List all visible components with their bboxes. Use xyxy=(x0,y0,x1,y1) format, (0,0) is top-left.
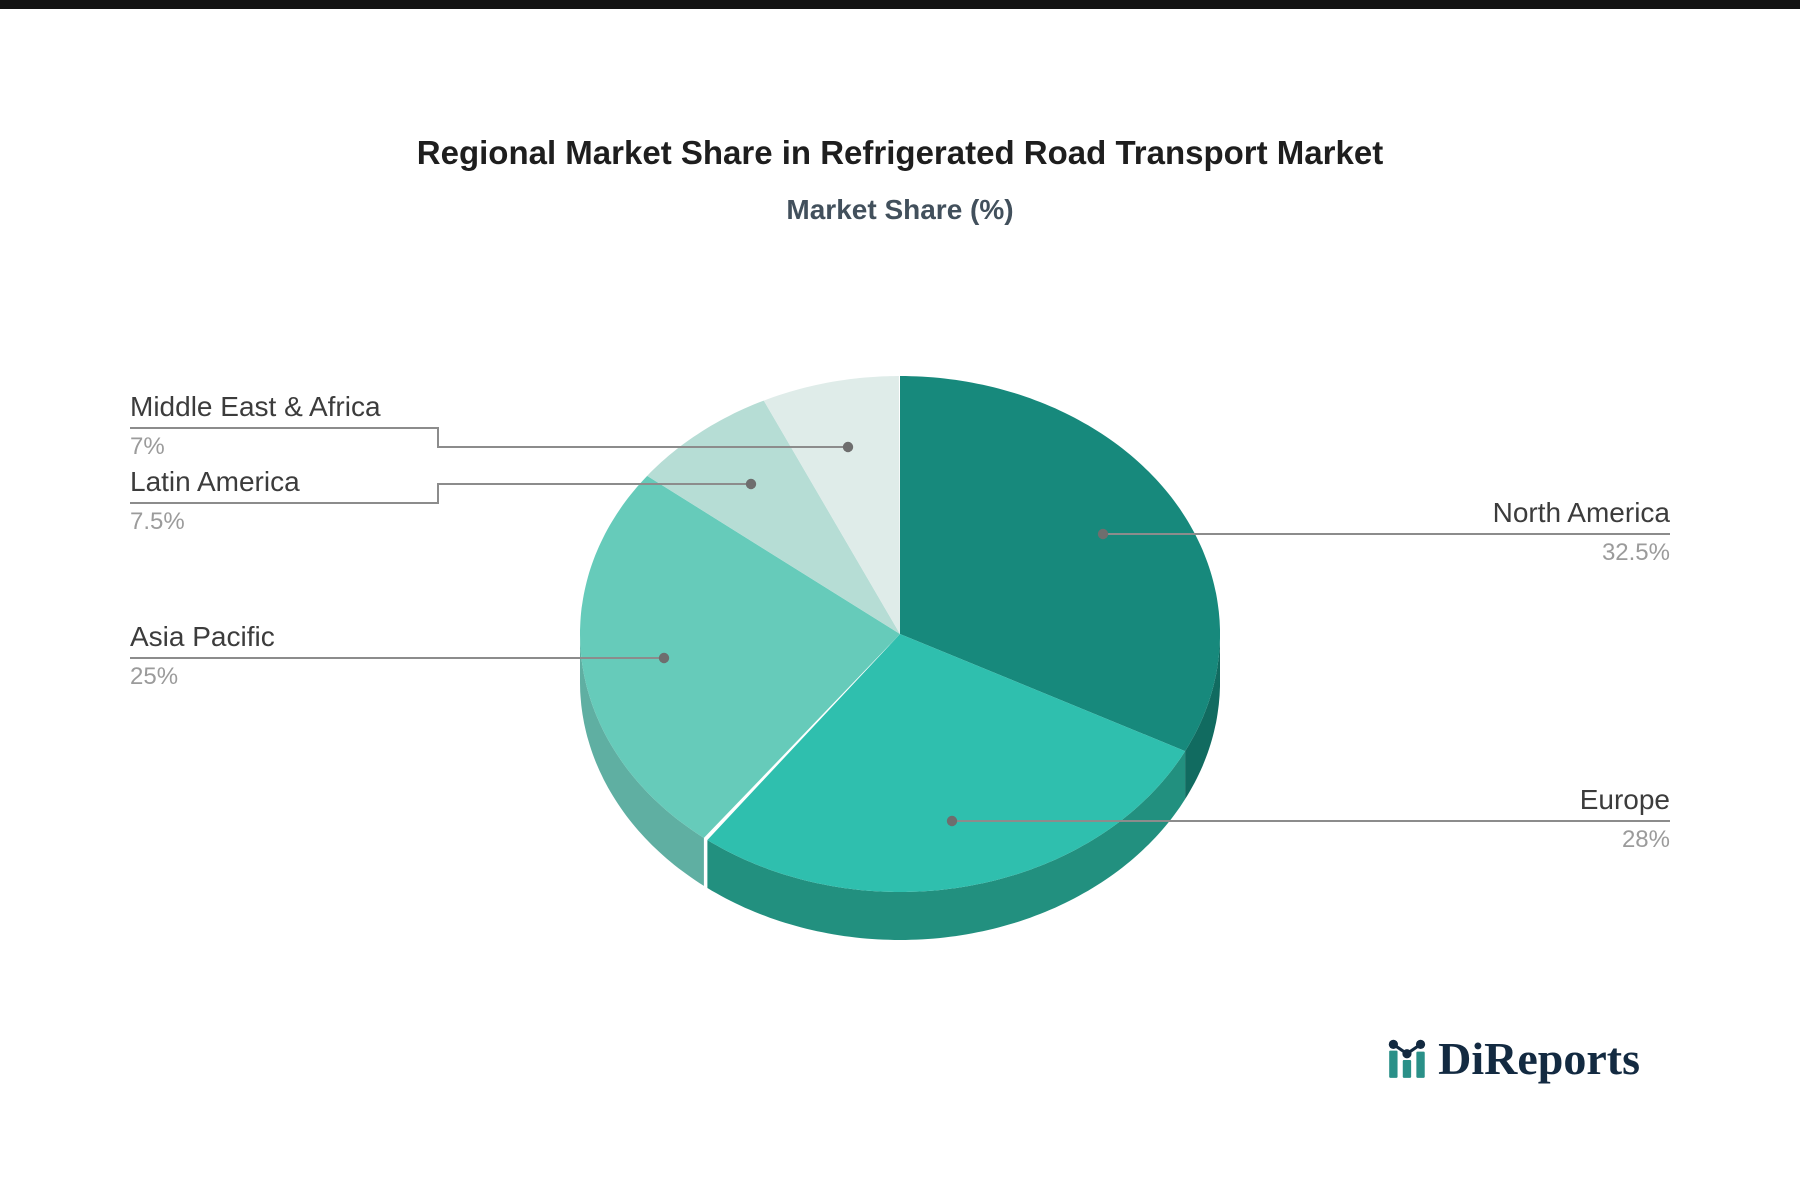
label-block-latin-america: Latin America 7.5% xyxy=(130,467,300,534)
slice-label: Middle East & Africa xyxy=(130,391,381,422)
leader-dot-middle-east-africa xyxy=(842,441,854,453)
direports-logo: DiReports xyxy=(1387,1036,1640,1082)
leader-dot-europe xyxy=(946,815,958,827)
pie-chart-svg xyxy=(130,376,1670,940)
slice-value: 7.5% xyxy=(130,508,185,535)
slice-value: 32.5% xyxy=(1601,539,1670,566)
slice-label: Latin America xyxy=(130,466,300,497)
direports-logo-text: DiReports xyxy=(1438,1033,1640,1084)
direports-logo-mark-icon xyxy=(1388,1039,1426,1078)
leader-dot-latin-america xyxy=(745,478,757,490)
label-block-north-america: North America 32.5% xyxy=(1493,498,1670,565)
slice-label: Asia Pacific xyxy=(130,621,275,652)
slice-label: North America xyxy=(1492,497,1670,528)
slice-value: 28% xyxy=(1621,826,1670,853)
slice-label: Europe xyxy=(1579,784,1670,815)
slice-value: 25% xyxy=(130,663,179,690)
label-block-europe: Europe 28% xyxy=(1580,785,1670,852)
leader-dot-north-america xyxy=(1097,528,1109,540)
label-block-asia-pacific: Asia Pacific 25% xyxy=(130,622,275,689)
slice-value: 7% xyxy=(130,433,165,460)
label-block-middle-east-africa: Middle East & Africa 7% xyxy=(130,392,381,459)
leader-dot-asia-pacific xyxy=(658,652,670,664)
